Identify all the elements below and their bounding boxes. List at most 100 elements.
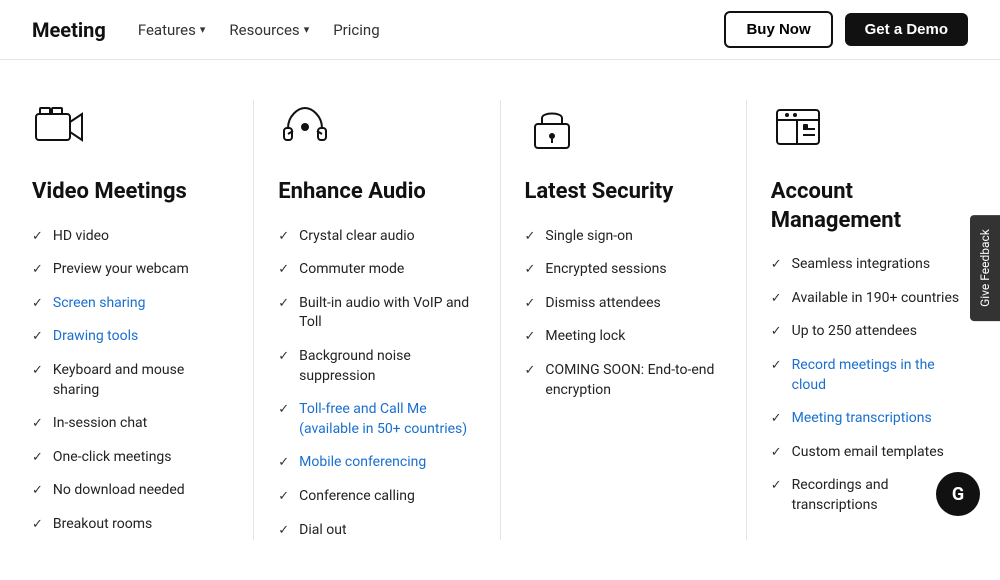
list-item: Encrypted sessions	[525, 260, 722, 280]
check-icon	[525, 261, 536, 279]
nav-left: Meeting Features▾ Resources▾ Pricing	[32, 18, 380, 42]
feature-text: Meeting lock	[545, 327, 625, 347]
check-icon	[32, 295, 43, 313]
g-badge[interactable]: G	[936, 472, 980, 516]
list-item: Record meetings in the cloud	[771, 356, 968, 395]
feature-text: Available in 190+ countries	[792, 289, 959, 309]
feature-text: Built-in audio with VoIP and Toll	[299, 294, 475, 333]
enhance-audio-icon	[278, 100, 475, 158]
check-icon	[525, 328, 536, 346]
feature-text: Single sign-on	[545, 227, 632, 247]
feature-text: Background noise suppression	[299, 347, 475, 386]
feature-text: Conference calling	[299, 487, 415, 507]
check-icon	[32, 482, 43, 500]
feature-text: No download needed	[53, 481, 185, 501]
check-icon	[278, 522, 289, 540]
list-item: Commuter mode	[278, 260, 475, 280]
check-icon	[32, 328, 43, 346]
nav-link-pricing[interactable]: Pricing	[333, 21, 379, 39]
g-badge-label: G	[952, 484, 964, 505]
list-item: One-click meetings	[32, 448, 229, 468]
get-demo-button[interactable]: Get a Demo	[845, 13, 968, 46]
list-item: Drawing tools	[32, 327, 229, 347]
list-item: Available in 190+ countries	[771, 289, 968, 309]
list-item: Dial out	[278, 521, 475, 541]
column-latest-security: Latest SecuritySingle sign-onEncrypted s…	[525, 100, 722, 540]
check-icon	[278, 488, 289, 506]
list-item: Crystal clear audio	[278, 227, 475, 247]
feature-text: Custom email templates	[792, 443, 944, 463]
check-icon	[32, 516, 43, 534]
list-item: Mobile conferencing	[278, 453, 475, 473]
account-management-list: Seamless integrations Available in 190+ c…	[771, 255, 968, 515]
list-item: Up to 250 attendees	[771, 322, 968, 342]
feature-text: Commuter mode	[299, 260, 404, 280]
check-icon	[278, 348, 289, 366]
check-icon	[771, 357, 782, 375]
account-management-icon	[771, 100, 968, 158]
list-item: Toll-free and Call Me (available in 50+ …	[278, 400, 475, 439]
list-item: Breakout rooms	[32, 515, 229, 535]
feedback-label: Give Feedback	[978, 229, 992, 307]
video-meetings-list: HD video Preview your webcam Screen sharin…	[32, 227, 229, 535]
check-icon	[278, 295, 289, 313]
check-icon	[32, 261, 43, 279]
check-icon	[771, 323, 782, 341]
check-icon	[771, 444, 782, 462]
list-item: No download needed	[32, 481, 229, 501]
list-item: Seamless integrations	[771, 255, 968, 275]
feature-link[interactable]: Drawing tools	[53, 327, 138, 347]
video-meetings-icon	[32, 100, 229, 158]
video-meetings-heading: Video Meetings	[32, 178, 229, 207]
latest-security-list: Single sign-on Encrypted sessions Dismiss …	[525, 227, 722, 401]
feature-text: Seamless integrations	[792, 255, 930, 275]
feature-link[interactable]: Toll-free and Call Me (available in 50+ …	[299, 400, 475, 439]
list-item: COMING SOON: End-to-end encryption	[525, 361, 722, 400]
buy-now-button[interactable]: Buy Now	[724, 11, 832, 48]
list-item: In-session chat	[32, 414, 229, 434]
nav-link-resources[interactable]: Resources▾	[229, 21, 309, 39]
feature-link[interactable]: Mobile conferencing	[299, 453, 426, 473]
feature-text: COMING SOON: End-to-end encryption	[545, 361, 721, 400]
check-icon	[525, 362, 536, 380]
list-item: Dismiss attendees	[525, 294, 722, 314]
list-item: Meeting lock	[525, 327, 722, 347]
check-icon	[32, 228, 43, 246]
feature-text: In-session chat	[53, 414, 147, 434]
list-item: Preview your webcam	[32, 260, 229, 280]
logo[interactable]: Meeting	[32, 18, 106, 42]
navbar: Meeting Features▾ Resources▾ Pricing Buy N…	[0, 0, 1000, 60]
check-icon	[525, 228, 536, 246]
latest-security-icon	[525, 100, 722, 158]
nav-links: Features▾ Resources▾ Pricing	[138, 21, 380, 39]
check-icon	[771, 477, 782, 495]
list-item: Built-in audio with VoIP and Toll	[278, 294, 475, 333]
check-icon	[32, 415, 43, 433]
check-icon	[278, 261, 289, 279]
feature-link[interactable]: Screen sharing	[53, 294, 146, 314]
chevron-down-icon: ▾	[304, 23, 310, 36]
check-icon	[771, 256, 782, 274]
feature-text: One-click meetings	[53, 448, 172, 468]
enhance-audio-heading: Enhance Audio	[278, 178, 475, 207]
check-icon	[32, 449, 43, 467]
check-icon	[32, 362, 43, 380]
enhance-audio-list: Crystal clear audio Commuter mode Built-in…	[278, 227, 475, 541]
account-management-heading: Account Management	[771, 178, 968, 235]
column-video-meetings: Video Meetings HD video Preview your webca…	[32, 100, 229, 540]
feature-text: Dismiss attendees	[545, 294, 660, 314]
feature-text: Up to 250 attendees	[792, 322, 917, 342]
nav-right: Buy Now Get a Demo	[724, 11, 968, 48]
list-item: Meeting transcriptions	[771, 409, 968, 429]
list-item: Conference calling	[278, 487, 475, 507]
feature-text: HD video	[53, 227, 109, 247]
check-icon	[278, 454, 289, 472]
nav-link-features[interactable]: Features▾	[138, 21, 206, 39]
feature-text: Preview your webcam	[53, 260, 189, 280]
feature-link[interactable]: Meeting transcriptions	[792, 409, 932, 429]
check-icon	[278, 228, 289, 246]
feature-text: Breakout rooms	[53, 515, 152, 535]
feedback-tab[interactable]: Give Feedback	[970, 215, 1000, 321]
feature-link[interactable]: Record meetings in the cloud	[792, 356, 968, 395]
column-account-management: Account Management Seamless integrations A…	[771, 100, 968, 540]
